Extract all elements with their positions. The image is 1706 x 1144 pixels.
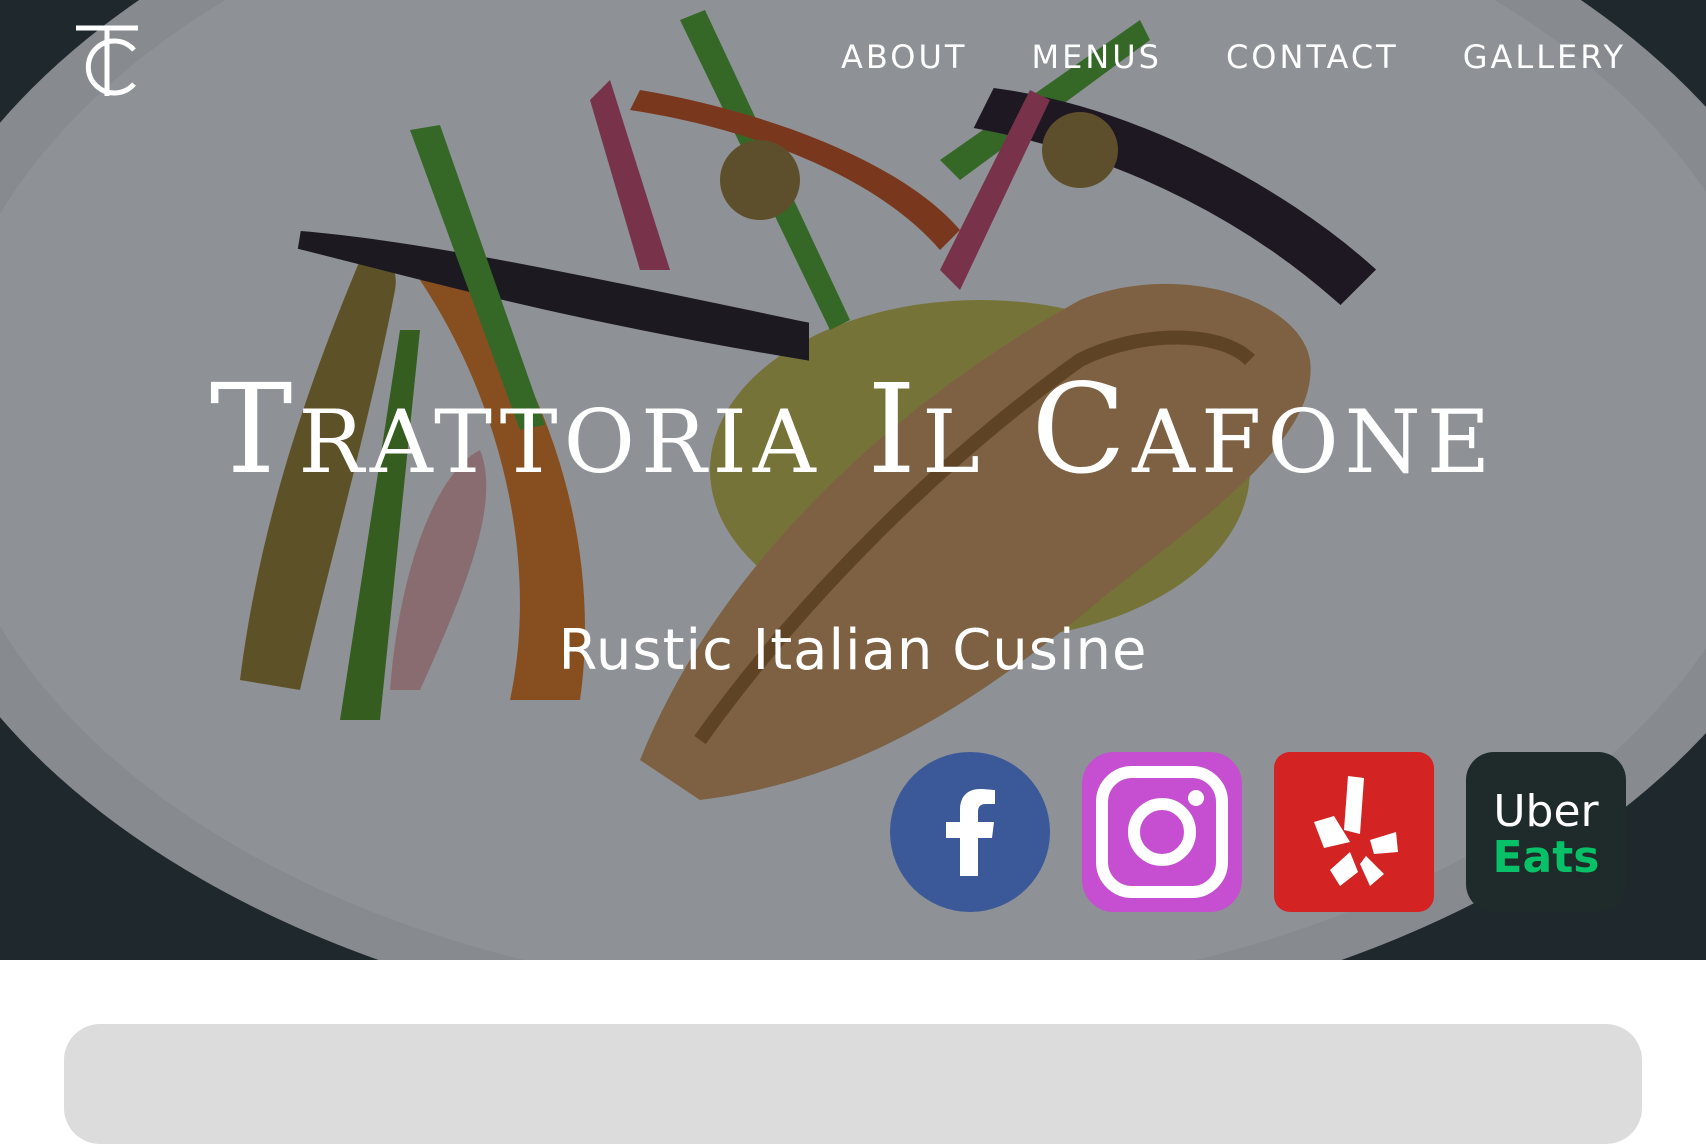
instagram-icon[interactable]: [1082, 752, 1242, 912]
nav-about-link[interactable]: ABOUT: [841, 38, 967, 76]
main-nav: ABOUT MENUS CONTACT GALLERY: [841, 38, 1626, 76]
facebook-icon[interactable]: [890, 752, 1050, 912]
restaurant-subtitle: Rustic Italian Cusine: [558, 618, 1148, 683]
nav-contact-link[interactable]: CONTACT: [1226, 38, 1399, 76]
nav-menus-link[interactable]: MENUS: [1031, 38, 1162, 76]
content-panel: [64, 1024, 1642, 1144]
trattoria-logo[interactable]: [72, 22, 142, 98]
hero-section: ABOUT MENUS CONTACT GALLERY Trattoria Il…: [0, 0, 1706, 960]
uber-label: Uber: [1493, 786, 1599, 837]
yelp-icon[interactable]: [1274, 752, 1434, 912]
nav-gallery-link[interactable]: GALLERY: [1463, 38, 1626, 76]
restaurant-title: Trattoria Il Cafone: [209, 358, 1497, 502]
social-links: Uber Eats: [890, 752, 1626, 912]
uber-eats-icon[interactable]: Uber Eats: [1466, 752, 1626, 912]
eats-label: Eats: [1493, 832, 1600, 883]
